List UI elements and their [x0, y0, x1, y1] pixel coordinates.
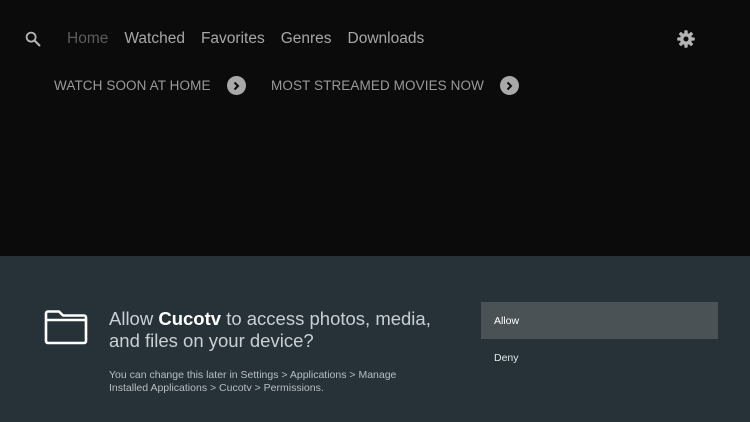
nav-tab-home[interactable]: Home [67, 30, 108, 48]
nav-tab-genres[interactable]: Genres [281, 30, 332, 48]
nav-tab-watched[interactable]: Watched [124, 30, 185, 48]
permission-prompt: Allow Cucotv to access photos, media, an… [109, 308, 449, 352]
row-title-label: WATCH SOON AT HOME [54, 78, 211, 93]
top-nav: Home Watched Favorites Genres Downloads [67, 30, 424, 48]
nav-tab-downloads[interactable]: Downloads [348, 30, 425, 48]
row-title-label: MOST STREAMED MOVIES NOW [271, 78, 484, 93]
prompt-prefix: Allow [109, 308, 159, 329]
folder-icon [44, 310, 88, 345]
nav-tab-favorites[interactable]: Favorites [201, 30, 265, 48]
row-watch-soon-at-home[interactable]: WATCH SOON AT HOME [54, 76, 246, 95]
allow-button[interactable]: Allow [481, 302, 718, 339]
chevron-right-icon[interactable] [499, 76, 519, 95]
app-name: Cucotv [158, 308, 222, 329]
search-icon[interactable] [24, 30, 42, 48]
permission-note: You can change this later in Settings > … [109, 369, 397, 394]
row-most-streamed-movies-now[interactable]: MOST STREAMED MOVIES NOW [271, 76, 519, 95]
permission-dialog: Allow Cucotv to access photos, media, an… [0, 256, 750, 422]
gear-icon[interactable] [676, 29, 696, 49]
row-titles: WATCH SOON AT HOME MOST STREAMED MOVIES … [0, 76, 750, 98]
chevron-right-icon[interactable] [226, 76, 246, 95]
home-screen: Home Watched Favorites Genres Downloads … [0, 0, 750, 256]
deny-button[interactable]: Deny [481, 339, 718, 376]
